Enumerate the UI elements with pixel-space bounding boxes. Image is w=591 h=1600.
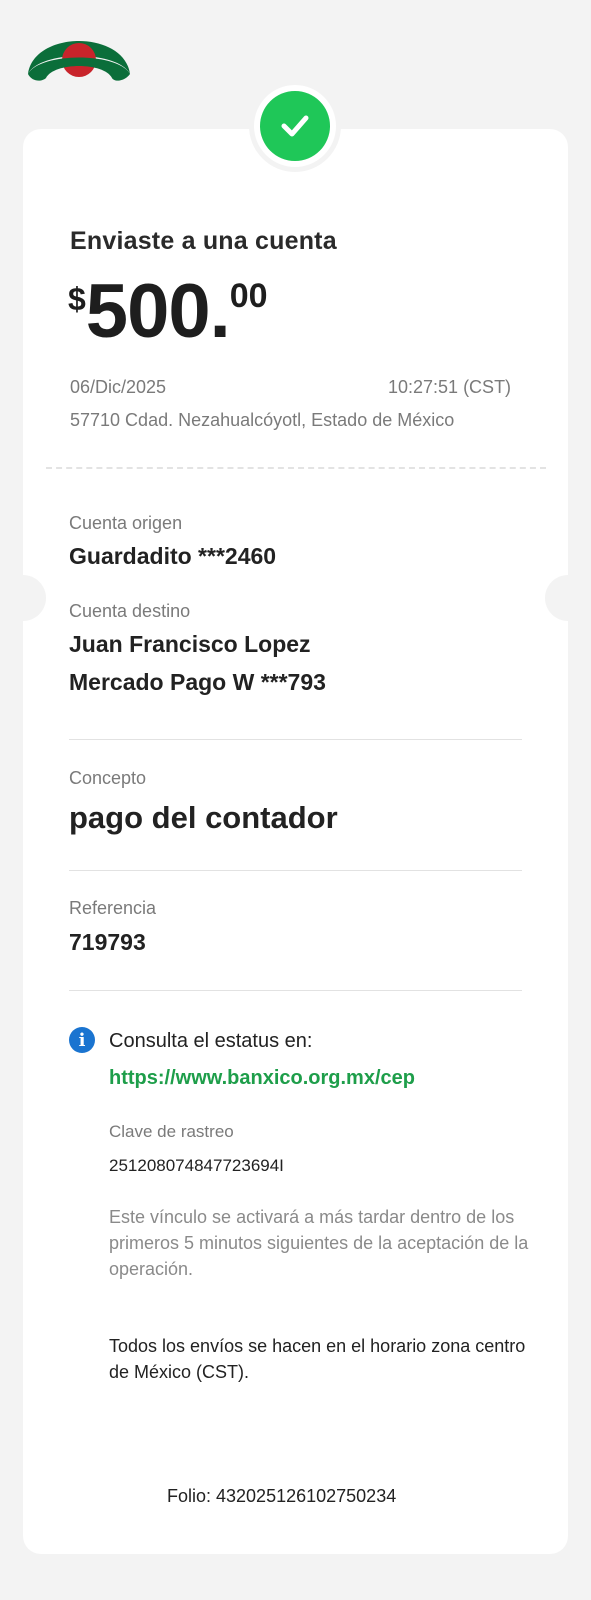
amount-integer: 500.	[85, 269, 231, 354]
activation-note: Este vínculo se activará a más tardar de…	[109, 1207, 529, 1279]
check-icon	[260, 91, 330, 161]
tracking-value: 251208074847723694I	[109, 1156, 284, 1175]
amount-cents: 00	[229, 277, 268, 315]
transfer-title: Enviaste a una cuenta	[70, 227, 337, 255]
banxico-link[interactable]: https://www.banxico.org.mx/cep	[109, 1067, 415, 1090]
section-divider	[69, 990, 522, 991]
ticket-notch-left	[0, 575, 46, 621]
transfer-time: 10:27:51 (CST)	[388, 377, 512, 397]
origin-label: Cuenta origen	[69, 513, 183, 533]
origin-value: Guardadito ***2460	[69, 543, 277, 569]
concept-label: Concepto	[69, 768, 147, 788]
concept-value: pago del contador	[69, 800, 338, 835]
tracking-label: Clave de rastreo	[109, 1122, 234, 1141]
transfer-date: 06/Dic/2025	[70, 377, 167, 397]
info-icon: i	[69, 1027, 95, 1053]
folio-text: Folio: 432025126102750234	[167, 1486, 397, 1506]
bank-logo-icon	[26, 22, 132, 84]
reference-value: 719793	[69, 929, 146, 955]
consult-text: Consulta el estatus en:	[109, 1030, 313, 1052]
currency-symbol: $	[68, 281, 86, 317]
timezone-note: Todos los envíos se hacen en el horario …	[109, 1336, 526, 1382]
reference-label: Referencia	[69, 898, 157, 918]
transfer-amount: $ 500. 00	[68, 269, 268, 354]
ticket-notch-right	[545, 575, 591, 621]
destination-label: Cuenta destino	[69, 601, 191, 621]
destination-account: Mercado Pago W ***793	[69, 669, 326, 695]
section-divider	[69, 739, 522, 740]
transfer-location: 57710 Cdad. Nezahualcóyotl, Estado de Mé…	[70, 410, 455, 430]
ticket-divider	[46, 467, 546, 469]
section-divider	[69, 870, 522, 871]
destination-name: Juan Francisco Lopez	[69, 631, 311, 657]
